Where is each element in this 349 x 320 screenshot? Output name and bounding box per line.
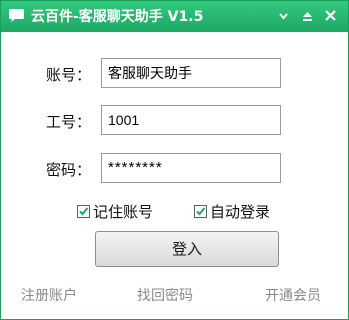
checkmark-icon [79, 206, 89, 215]
checkmark-icon [196, 206, 206, 215]
login-window: 云百件-客服聊天助手 V1.5 账号： 客服聊天助手 工号： 1001 密码： … [0, 0, 349, 320]
chat-bubble-icon [8, 8, 25, 23]
settings-icon[interactable] [276, 8, 291, 23]
auto-login-option[interactable]: 自动登录 [194, 201, 270, 221]
register-link[interactable]: 注册账户 [21, 286, 77, 306]
employee-id-label: 工号： [45, 113, 91, 131]
account-label: 账号： [45, 66, 91, 84]
remember-account-option[interactable]: 记住账号 [77, 201, 153, 221]
login-button[interactable]: 登入 [95, 231, 279, 267]
close-icon[interactable] [323, 8, 338, 23]
password-field[interactable]: ******** [101, 153, 281, 183]
title-bar[interactable]: 云百件-客服聊天助手 V1.5 [1, 1, 348, 32]
remember-account-checkbox[interactable] [77, 204, 90, 218]
membership-link[interactable]: 开通会员 [265, 286, 321, 306]
auto-login-label: 自动登录 [210, 202, 271, 221]
password-label: 密码： [45, 161, 91, 179]
window-title: 云百件-客服聊天助手 V1.5 [31, 9, 204, 25]
recover-password-link[interactable]: 找回密码 [137, 286, 193, 306]
auto-login-checkbox[interactable] [194, 204, 207, 218]
account-field[interactable]: 客服聊天助手 [101, 58, 281, 88]
minimize-icon[interactable] [300, 8, 315, 23]
remember-account-label: 记住账号 [93, 202, 154, 221]
employee-id-field[interactable]: 1001 [101, 105, 281, 135]
